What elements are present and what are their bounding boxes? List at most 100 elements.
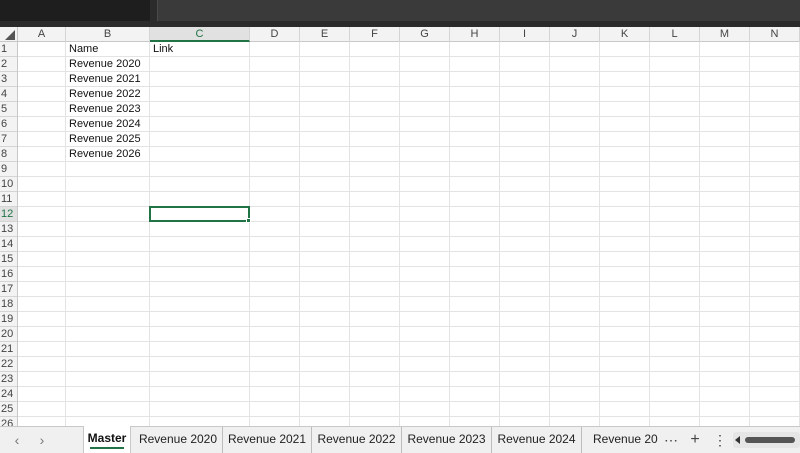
sheet-tab-label: Master xyxy=(87,431,127,445)
grid-column-line xyxy=(749,42,750,426)
scroll-left-arrow-icon[interactable] xyxy=(735,436,740,444)
row-header-20[interactable]: 20 xyxy=(0,327,17,342)
more-horizontal-icon[interactable]: ⋯ xyxy=(662,431,680,449)
row-header-3[interactable]: 3 xyxy=(0,72,17,87)
row-header-6[interactable]: 6 xyxy=(0,117,17,132)
grid-row-line xyxy=(18,206,800,207)
row-header-11[interactable]: 11 xyxy=(0,192,17,207)
grid-row-line xyxy=(18,356,800,357)
chevron-right-icon[interactable]: › xyxy=(33,431,51,449)
row-header-17[interactable]: 17 xyxy=(0,282,17,297)
grid-row-line xyxy=(18,401,800,402)
column-header-a[interactable]: A xyxy=(18,27,66,42)
grid-row-line xyxy=(18,296,800,297)
row-header-9[interactable]: 9 xyxy=(0,162,17,177)
plus-icon[interactable]: + xyxy=(686,431,704,449)
cell-b1-name-header[interactable]: Name xyxy=(66,42,150,57)
row-header-14[interactable]: 14 xyxy=(0,237,17,252)
select-all-button[interactable] xyxy=(0,27,18,42)
sheet-tab-bar: ‹ › Master Revenue 2020 Revenue 2021 Rev… xyxy=(0,426,800,453)
sheet-tab-revenue-2020[interactable]: Revenue 2020 xyxy=(134,427,222,453)
active-tab-indicator xyxy=(90,447,124,449)
grid-row-line xyxy=(18,416,800,417)
column-header-l[interactable]: L xyxy=(650,27,700,42)
grid-column-line xyxy=(249,42,250,426)
grid-row-line xyxy=(18,266,800,267)
row-header-18[interactable]: 18 xyxy=(0,297,17,312)
cell-area[interactable]: Name Link Revenue 2020 Revenue 2021 Reve… xyxy=(18,42,800,426)
column-header-g[interactable]: G xyxy=(400,27,450,42)
row-header-8[interactable]: 8 xyxy=(0,147,17,162)
scrollbar-thumb[interactable] xyxy=(745,437,795,443)
column-header-h[interactable]: H xyxy=(450,27,500,42)
column-header-k[interactable]: K xyxy=(600,27,650,42)
column-header-b[interactable]: B xyxy=(66,27,150,42)
cell-b6[interactable]: Revenue 2024 xyxy=(66,117,150,132)
formula-bar[interactable] xyxy=(157,0,800,21)
fill-handle[interactable] xyxy=(246,218,251,223)
row-header-21[interactable]: 21 xyxy=(0,342,17,357)
cell-b2[interactable]: Revenue 2020 xyxy=(66,57,150,72)
chevron-left-icon[interactable]: ‹ xyxy=(8,431,26,449)
row-header-1[interactable]: 1 xyxy=(0,42,17,57)
row-header-15[interactable]: 15 xyxy=(0,252,17,267)
grid-column-line xyxy=(299,42,300,426)
grid-row-line xyxy=(18,386,800,387)
row-header-5[interactable]: 5 xyxy=(0,102,17,117)
grid-column-line xyxy=(549,42,550,426)
column-header-m[interactable]: M xyxy=(700,27,750,42)
grid-row-line xyxy=(18,326,800,327)
column-header-f[interactable]: F xyxy=(350,27,400,42)
sheet-tab-revenue-2021[interactable]: Revenue 2021 xyxy=(222,427,311,453)
cell-b4[interactable]: Revenue 2022 xyxy=(66,87,150,102)
row-header-23[interactable]: 23 xyxy=(0,372,17,387)
sheet-tab-revenue-2022[interactable]: Revenue 2022 xyxy=(311,427,401,453)
row-header-22[interactable]: 22 xyxy=(0,357,17,372)
grid-row-line xyxy=(18,236,800,237)
grid-row-line xyxy=(18,221,800,222)
row-header-10[interactable]: 10 xyxy=(0,177,17,192)
column-header-i[interactable]: I xyxy=(500,27,550,42)
grid-column-line xyxy=(449,42,450,426)
column-header-e[interactable]: E xyxy=(300,27,350,42)
cell-b5[interactable]: Revenue 2023 xyxy=(66,102,150,117)
row-header-7[interactable]: 7 xyxy=(0,132,17,147)
name-box[interactable] xyxy=(0,0,150,21)
sheet-tab-revenue-2025[interactable]: Revenue 2025 xyxy=(581,427,658,453)
row-header-16[interactable]: 16 xyxy=(0,267,17,282)
column-header-j[interactable]: J xyxy=(550,27,600,42)
column-header-n[interactable]: N xyxy=(750,27,800,42)
row-header-25[interactable]: 25 xyxy=(0,402,17,417)
grid-column-line xyxy=(499,42,500,426)
title-bar xyxy=(0,0,800,27)
grid-row-line xyxy=(18,371,800,372)
sheet-tab-master[interactable]: Master xyxy=(83,426,131,453)
more-vertical-icon[interactable]: ⋮ xyxy=(712,431,728,449)
cell-b7[interactable]: Revenue 2025 xyxy=(66,132,150,147)
row-header-2[interactable]: 2 xyxy=(0,57,17,72)
row-header-19[interactable]: 19 xyxy=(0,312,17,327)
row-header-4[interactable]: 4 xyxy=(0,87,17,102)
grid-row-line xyxy=(18,176,800,177)
row-headers: 1 2 3 4 5 6 7 8 9 10 11 12 13 14 15 16 17 18 19 20 21 22 23 24 2… xyxy=(0,42,18,426)
sheet-tab-revenue-2023[interactable]: Revenue 2023 xyxy=(401,427,491,453)
sheet-tab-revenue-2024[interactable]: Revenue 2024 xyxy=(491,427,581,453)
select-all-icon xyxy=(5,30,15,40)
cell-b3[interactable]: Revenue 2021 xyxy=(66,72,150,87)
active-cell-c12[interactable] xyxy=(149,206,251,223)
cell-b8[interactable]: Revenue 2026 xyxy=(66,147,150,162)
column-header-d[interactable]: D xyxy=(250,27,300,42)
grid-column-line xyxy=(399,42,400,426)
column-header-c[interactable]: C xyxy=(150,27,250,42)
grid-column-line xyxy=(349,42,350,426)
row-header-13[interactable]: 13 xyxy=(0,222,17,237)
grid-row-line xyxy=(18,341,800,342)
row-header-24[interactable]: 24 xyxy=(0,387,17,402)
horizontal-scrollbar[interactable] xyxy=(733,432,800,448)
row-header-26[interactable]: 26 xyxy=(0,417,17,426)
cell-c1-link-header[interactable]: Link xyxy=(150,42,250,57)
row-header-12[interactable]: 12 xyxy=(0,207,17,222)
grid-row-line xyxy=(18,311,800,312)
grid-column-line xyxy=(649,42,650,426)
grid-row-line xyxy=(18,281,800,282)
